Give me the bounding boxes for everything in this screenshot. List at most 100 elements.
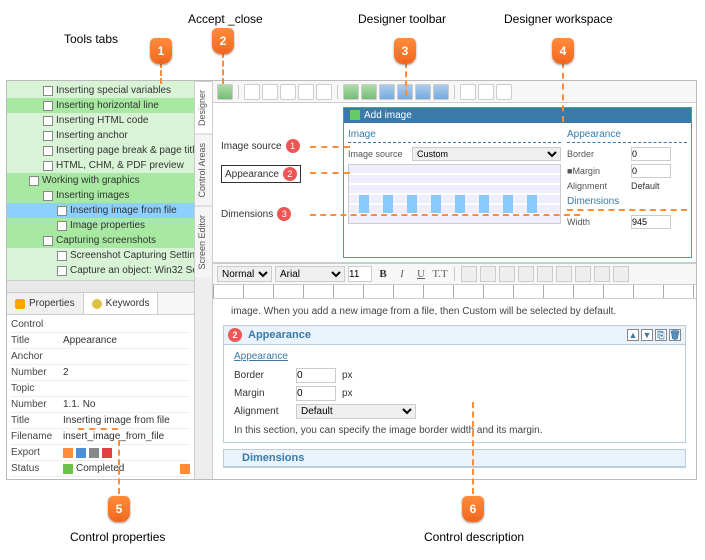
prop-number-value[interactable]: 2: [63, 367, 190, 378]
section-up-icon[interactable]: ▲: [627, 329, 639, 341]
prop-title2-value[interactable]: Inserting image from file: [63, 415, 190, 426]
tree-panel: Inserting special variables Inserting hor…: [7, 81, 195, 479]
tree-item[interactable]: Inserting images: [7, 188, 194, 203]
section-subheader: Appearance: [234, 351, 675, 362]
align-right-button[interactable]: [499, 266, 515, 282]
mockup-margin-input[interactable]: [631, 164, 671, 178]
tree-item[interactable]: Capturing screenshots: [7, 233, 194, 248]
case-button[interactable]: T.T: [432, 266, 448, 282]
mockup-imgsrc-select[interactable]: Custom: [412, 147, 561, 161]
tab-keywords[interactable]: Keywords: [84, 293, 159, 314]
style-select[interactable]: Normal: [217, 266, 272, 282]
vtab-designer[interactable]: Designer: [195, 81, 212, 134]
toolbar-btn[interactable]: [496, 84, 512, 100]
callout-3-label: Designer toolbar: [358, 12, 446, 26]
ed-margin-label: Margin: [234, 388, 290, 399]
designer-workspace[interactable]: Image source1 Appearance2 Dimensions3 Ad…: [213, 103, 696, 263]
prop-title-value[interactable]: Appearance: [63, 335, 190, 346]
toolbar-btn[interactable]: [379, 84, 395, 100]
font-select[interactable]: Arial: [275, 266, 345, 282]
label-dimensions: Dimensions3: [221, 207, 291, 221]
section-number-badge: 2: [228, 328, 242, 342]
tree-item-label: Inserting special variables: [56, 85, 171, 96]
link-button[interactable]: [613, 266, 629, 282]
tree-scrollbar[interactable]: [7, 280, 194, 292]
toolbar-btn[interactable]: [298, 84, 314, 100]
toolbar-btn[interactable]: [280, 84, 296, 100]
tree-item-label: Inserting image from file: [70, 205, 177, 216]
callout-3-badge: 3: [394, 38, 416, 64]
tree-item-label: Capturing screenshots: [56, 235, 156, 246]
mockup-width-input[interactable]: [631, 215, 671, 229]
mockup-align-value[interactable]: Default: [631, 181, 660, 191]
underline-button[interactable]: U: [413, 266, 429, 282]
tree-item[interactable]: Inserting special variables: [7, 83, 194, 98]
toolbar-btn[interactable]: [433, 84, 449, 100]
tree-item[interactable]: Image properties: [7, 218, 194, 233]
callout-6-badge: 6: [462, 496, 484, 522]
tree-item-label: Capture an object: Win32 Settin: [70, 265, 194, 276]
section-header-icons: ▲ ▼ ⎘ 🗑: [627, 329, 681, 341]
italic-button[interactable]: I: [394, 266, 410, 282]
toolbar-btn[interactable]: [343, 84, 359, 100]
section-delete-icon[interactable]: 🗑: [669, 329, 681, 341]
ed-margin-input[interactable]: [296, 386, 336, 401]
zoom-out-button[interactable]: [478, 84, 494, 100]
tree-item[interactable]: Working with graphics: [7, 173, 194, 188]
mockup-image-header: Image: [348, 127, 561, 143]
prop-title2-label: Title: [11, 415, 63, 426]
mockup-border-input[interactable]: [631, 147, 671, 161]
tree-item[interactable]: Inserting anchor: [7, 128, 194, 143]
toolbar-btn[interactable]: [361, 84, 377, 100]
prop-anchor-label: Anchor: [11, 351, 63, 362]
designer-toolbar: [213, 81, 696, 103]
status-flag-icon: [180, 464, 190, 474]
toolbar-btn[interactable]: [397, 84, 413, 100]
ed-border-input[interactable]: [296, 368, 336, 383]
align-center-button[interactable]: [480, 266, 496, 282]
control-description-editor[interactable]: image. When you add a new image from a f…: [213, 299, 696, 479]
vtab-control-areas[interactable]: Control Areas: [195, 134, 212, 206]
prop-filename-value[interactable]: insert_image_from_file: [63, 431, 190, 442]
tree-item[interactable]: Screenshot Capturing Settings: [7, 248, 194, 263]
tree-item[interactable]: Inserting page break & page title: [7, 143, 194, 158]
topic-icon: [57, 251, 67, 261]
topic-tree[interactable]: Inserting special variables Inserting hor…: [7, 81, 194, 280]
tree-item[interactable]: Capture an object: Win32 Settin: [7, 263, 194, 278]
editor-section-dimensions: Dimensions: [223, 449, 686, 468]
accept-close-button[interactable]: [217, 84, 233, 100]
prop-number2-extra: No: [83, 399, 96, 410]
ruler[interactable]: [213, 285, 696, 299]
indent-button[interactable]: [537, 266, 553, 282]
toolbar-btn[interactable]: [415, 84, 431, 100]
tree-item[interactable]: Inserting HTML code: [7, 113, 194, 128]
align-left-button[interactable]: [461, 266, 477, 282]
prop-number2-value[interactable]: 1.1.: [63, 399, 80, 410]
zoom-in-button[interactable]: [460, 84, 476, 100]
prop-status-value[interactable]: Completed: [63, 463, 190, 474]
toolbar-btn[interactable]: [262, 84, 278, 100]
outdent-button[interactable]: [556, 266, 572, 282]
tree-item[interactable]: HTML, CHM, & PDF preview: [7, 158, 194, 173]
ed-align-select[interactable]: Default: [296, 404, 416, 419]
table-button[interactable]: [575, 266, 591, 282]
section-down-icon[interactable]: ▼: [641, 329, 653, 341]
tree-item-label: Inserting images: [56, 190, 129, 201]
mockup-dialog: Add image Image Image sourceCustom Appea…: [343, 107, 692, 258]
section-copy-icon[interactable]: ⎘: [655, 329, 667, 341]
topic-icon: [43, 101, 53, 111]
mockup-imgsrc-label: Image source: [348, 149, 408, 159]
tree-item[interactable]: Inserting image from file: [7, 203, 194, 218]
vtab-screen-editor[interactable]: Screen Editor: [195, 206, 212, 278]
font-size-input[interactable]: [348, 266, 372, 282]
tree-item[interactable]: Inserting horizontal line: [7, 98, 194, 113]
bold-button[interactable]: B: [375, 266, 391, 282]
list-button[interactable]: [518, 266, 534, 282]
vertical-tool-tabs: Designer Control Areas Screen Editor: [195, 81, 213, 479]
toolbar-btn[interactable]: [316, 84, 332, 100]
prop-export-value[interactable]: [63, 448, 190, 458]
tab-properties[interactable]: Properties: [7, 293, 84, 314]
image-button[interactable]: [594, 266, 610, 282]
callout-4-badge: 4: [552, 38, 574, 64]
toolbar-btn[interactable]: [244, 84, 260, 100]
